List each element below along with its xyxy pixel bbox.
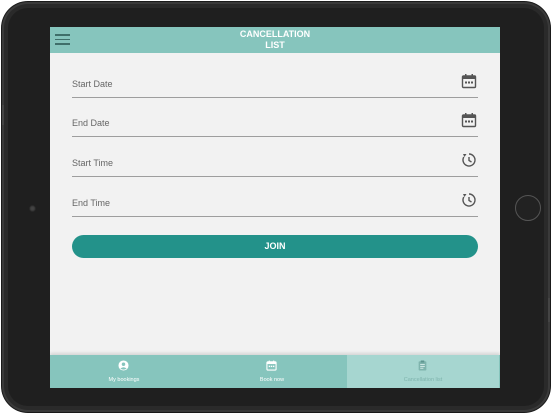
nav-label-my-bookings: My bookings — [108, 377, 140, 383]
start-time-field[interactable]: Start Time — [72, 147, 478, 177]
start-date-label: Start Date — [72, 79, 113, 89]
clock-icon[interactable] — [461, 152, 477, 168]
end-time-label: End Time — [72, 198, 111, 208]
nav-item-my-bookings[interactable]: My bookings — [50, 355, 198, 388]
calendar-icon[interactable] — [461, 73, 477, 89]
hamburger-menu-icon[interactable] — [55, 34, 70, 46]
page-title: CANCELLATION LIST — [225, 29, 325, 51]
bottom-navigation: My bookings Book now Cancellation list — [50, 355, 500, 388]
start-date-field[interactable]: Start Date — [72, 68, 478, 98]
app-screen: CANCELLATION LIST Start Date End Date St… — [50, 27, 500, 388]
page-title-line2: LIST — [265, 40, 285, 50]
front-camera — [29, 205, 36, 212]
nav-label-book-now: Book now — [259, 377, 285, 383]
nav-item-cancellation-list[interactable]: Cancellation list — [347, 355, 499, 388]
nav-label-cancellation-list: Cancellation list — [403, 377, 443, 383]
clock-icon[interactable] — [461, 192, 477, 208]
end-date-field[interactable]: End Date — [72, 107, 478, 137]
account-circle-icon — [118, 360, 129, 371]
start-time-label: Start Time — [72, 158, 114, 168]
app-bar: CANCELLATION LIST — [50, 27, 500, 53]
join-button[interactable]: JOIN — [72, 235, 478, 258]
page-title-line1: CANCELLATION — [239, 29, 311, 39]
end-time-field[interactable]: End Time — [72, 187, 478, 217]
clipboard-icon — [418, 360, 427, 371]
home-button[interactable] — [515, 195, 541, 221]
volume-button — [2, 105, 4, 125]
end-date-label: End Date — [72, 118, 110, 128]
nav-item-book-now[interactable]: Book now — [198, 355, 346, 388]
calendar-icon — [266, 360, 277, 371]
calendar-icon[interactable] — [461, 112, 477, 128]
power-button — [548, 298, 550, 322]
